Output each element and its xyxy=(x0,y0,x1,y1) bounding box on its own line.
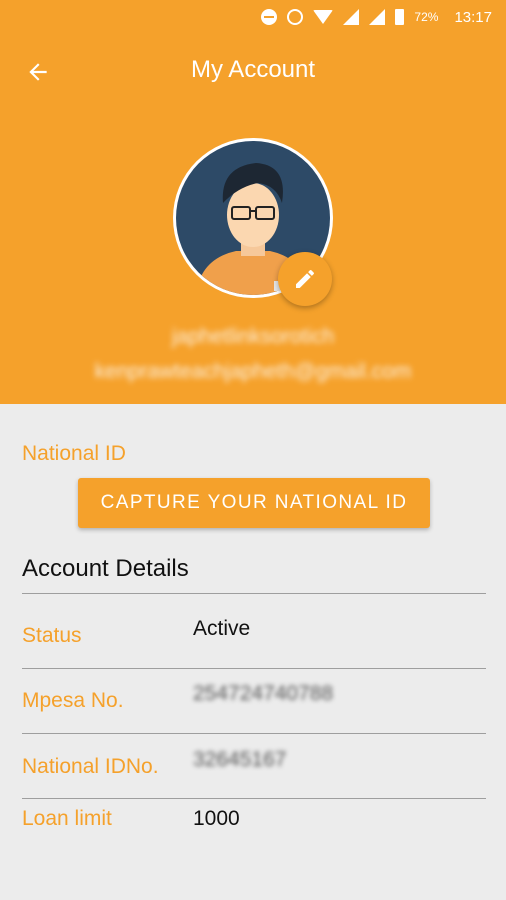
divider xyxy=(22,733,486,734)
loan-limit-value: 1000 xyxy=(193,807,240,830)
profile-email: kenprawteachjapheth@gmail.com xyxy=(94,360,412,383)
pencil-icon xyxy=(296,269,314,288)
alarm-icon xyxy=(287,9,304,25)
clock: 13:17 xyxy=(454,8,492,26)
divider xyxy=(22,668,486,669)
national-id-no-value: 32645167 xyxy=(193,748,287,771)
signal-icon xyxy=(343,9,360,25)
divider xyxy=(22,798,486,799)
capture-national-id-button[interactable]: CAPTURE YOUR NATIONAL ID xyxy=(78,478,430,528)
battery-icon xyxy=(395,9,405,25)
profile-username: japhetlinksorotich xyxy=(171,325,335,348)
status-bar: 72% 13:17 xyxy=(0,0,506,34)
national-id-no-label: National IDNo. xyxy=(22,755,159,778)
battery-percentage: 72% xyxy=(414,10,439,24)
status-label: Status xyxy=(22,624,82,647)
national-id-label: National ID xyxy=(22,442,126,465)
edit-avatar-button[interactable] xyxy=(278,252,332,306)
wifi-icon xyxy=(313,10,334,24)
mpesa-label: Mpesa No. xyxy=(22,689,124,712)
do-not-disturb-icon xyxy=(261,9,278,25)
status-value: Active xyxy=(193,617,251,640)
page-title: My Account xyxy=(190,56,316,83)
loan-limit-label: Loan limit xyxy=(22,807,112,830)
mpesa-value: 254724740788 xyxy=(193,682,334,705)
signal-icon-2 xyxy=(369,9,386,25)
divider xyxy=(22,593,486,594)
account-details-title: Account Details xyxy=(22,555,189,582)
